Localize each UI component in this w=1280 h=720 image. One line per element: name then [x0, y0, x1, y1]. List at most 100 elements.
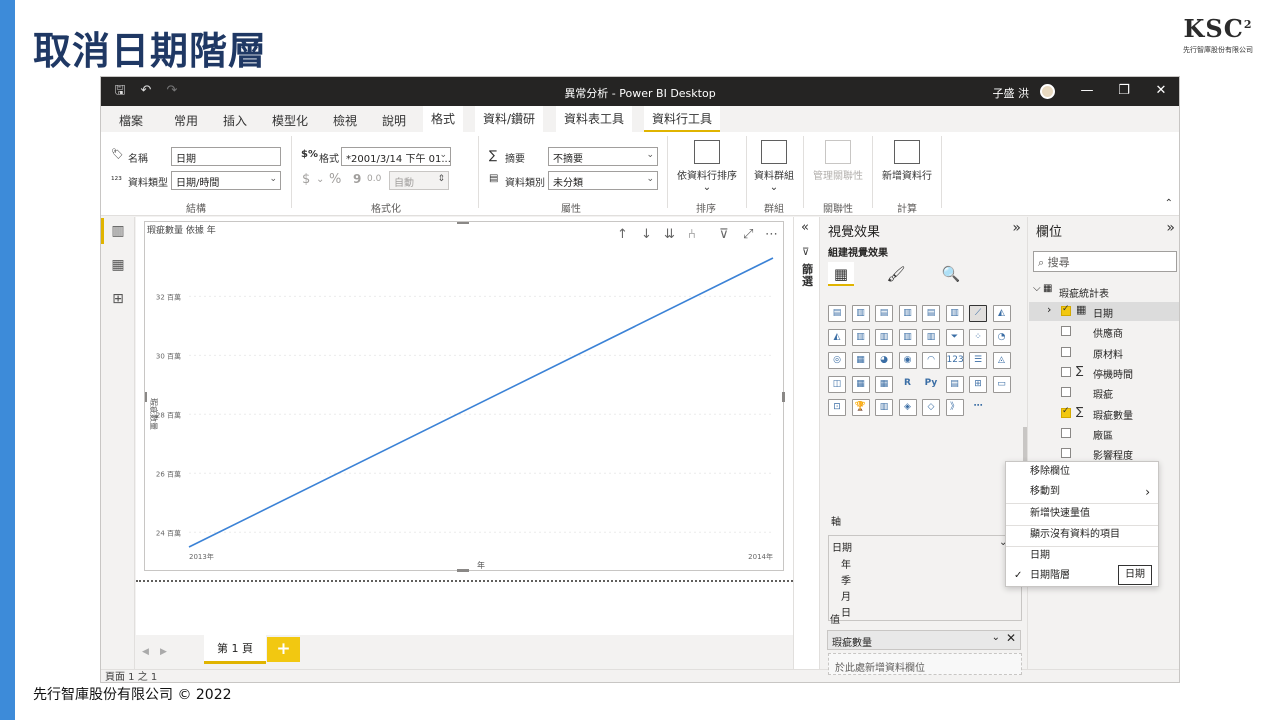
visual-type-icon[interactable]: ▥ — [851, 305, 870, 322]
tab-file[interactable]: 檔案 — [119, 112, 143, 129]
visual-type-icon[interactable]: ⁘ — [969, 328, 987, 346]
visual-type-icon[interactable]: ▥ — [851, 328, 870, 346]
visual-type-icon[interactable]: 🏆 — [851, 399, 870, 416]
tab-help[interactable]: 說明 — [382, 112, 406, 129]
visual-type-icon[interactable]: ◔ — [992, 328, 1011, 346]
visual-type-icon[interactable]: ◫ — [828, 375, 846, 393]
chevron-down-icon[interactable]: ⌵ — [1033, 283, 1041, 294]
add-page-button[interactable]: + — [267, 637, 300, 662]
summarize-select[interactable]: 不摘要 ⌄ — [548, 147, 658, 166]
filters-pane-collapsed[interactable]: « ⊽ 篩選 — [793, 217, 820, 669]
fields-search-input[interactable]: ⌕ 搜尋 — [1033, 251, 1177, 272]
values-field[interactable]: 瑕疵數量 — [832, 638, 872, 649]
new-column-button[interactable]: 新增資料行 — [877, 140, 937, 182]
series-line[interactable] — [188, 257, 774, 548]
tab-modeling[interactable]: 模型化 — [272, 112, 308, 129]
visual-type-icon[interactable]: ▥ — [875, 328, 893, 346]
visual-type-icon[interactable]: ☰ — [969, 352, 987, 369]
visual-type-icon[interactable]: ◎ — [828, 352, 846, 369]
field-checkbox[interactable] — [1061, 304, 1071, 316]
menu-item-new-quick-measure[interactable]: 新增快速量值 — [1006, 504, 1158, 524]
tab-data-drill[interactable]: 資料/鑽研 — [475, 106, 544, 132]
page-tab-1[interactable]: 第 1 頁 — [204, 635, 266, 664]
axis-field[interactable]: 日期 — [832, 539, 852, 554]
tab-home[interactable]: 常用 — [174, 112, 198, 129]
close-icon[interactable]: ✕ — [1153, 83, 1169, 98]
data-type-select[interactable]: 日期/時間 ⌄ — [171, 171, 281, 190]
field-item[interactable]: 供應商 — [1029, 322, 1179, 341]
menu-item-date[interactable]: 日期 — [1006, 546, 1158, 566]
tab-view[interactable]: 檢視 — [333, 112, 357, 129]
field-checkbox[interactable] — [1061, 366, 1071, 377]
visual-type-icon[interactable]: ▥ — [945, 305, 964, 322]
visual-type-icon[interactable]: ◬ — [992, 352, 1011, 369]
tab-column-tools[interactable]: 資料行工具 — [644, 106, 721, 132]
line-chart-visual[interactable]: 瑕疵數量 依據 年 ↑ ↓ ⇊ ⑃ ⊽ ⤢ ⋯ 24 百萬 26 百萬 28 百萬 3… — [144, 221, 785, 572]
user-avatar[interactable] — [1040, 84, 1055, 99]
tab-format[interactable]: 格式 — [423, 106, 464, 132]
name-input[interactable]: 日期 — [171, 147, 281, 166]
prev-page-icon[interactable]: ◀ — [142, 647, 149, 657]
visual-type-icon[interactable]: ⊞ — [969, 375, 987, 393]
visual-type-icon[interactable]: ◕ — [875, 352, 893, 369]
field-item[interactable]: 原材料 — [1029, 343, 1179, 362]
decimal-places-input[interactable]: 自動 ⇕ — [389, 171, 449, 190]
manage-relationships-button[interactable]: 管理關聯性 — [809, 140, 867, 182]
values-well[interactable]: 瑕疵數量 ⌄ ✕ — [827, 630, 1021, 650]
visual-type-icon[interactable]: ▥ — [875, 399, 893, 416]
visual-type-icon[interactable]: ▦ — [851, 375, 870, 393]
visual-type-icon[interactable]: 》 — [945, 399, 964, 416]
visual-type-icon[interactable]: ⋯ — [969, 399, 987, 416]
visual-type-icon[interactable]: ⊡ — [828, 399, 846, 416]
fields-well-icon[interactable]: ▦ — [828, 262, 854, 286]
visual-type-icon[interactable]: ▭ — [992, 375, 1011, 393]
visual-type-icon[interactable]: ▤ — [828, 305, 846, 322]
visual-type-icon[interactable]: ◈ — [898, 399, 917, 416]
field-checkbox[interactable] — [1061, 448, 1071, 459]
minimize-icon[interactable]: — — [1079, 83, 1095, 98]
data-view-icon[interactable]: ▦ — [109, 257, 127, 273]
chevron-right-icon[interactable]: › — [1047, 303, 1051, 316]
axis-well[interactable]: 日期 ⌄ 年 季 月 日 — [828, 535, 1022, 621]
sort-by-column-button[interactable]: 依資料行排序 ⌄ — [673, 140, 741, 193]
comma-button[interactable]: 9 — [353, 172, 361, 186]
menu-item-show-items-no-data[interactable]: 顯示沒有資料的項目 — [1006, 525, 1158, 545]
table-node[interactable]: ⌵ ▦ 瑕疵統計表 — [1029, 282, 1179, 301]
visual-type-icon[interactable]: ⟋ — [969, 305, 987, 322]
model-view-icon[interactable]: ⊞ — [109, 291, 127, 307]
field-item[interactable]: ∑ 停機時間 — [1029, 363, 1179, 382]
visual-type-icon[interactable]: R — [899, 376, 917, 393]
field-item[interactable]: ∑ 瑕疵數量 — [1029, 404, 1179, 423]
data-category-select[interactable]: 未分類 ⌄ — [548, 171, 658, 190]
chevron-down-icon[interactable]: ⌄ — [992, 632, 1000, 643]
menu-item-remove-field[interactable]: 移除欄位 — [1006, 462, 1158, 482]
field-checkbox[interactable] — [1061, 346, 1071, 357]
visual-type-icon[interactable]: ▥ — [898, 305, 917, 322]
tab-table-tools[interactable]: 資料表工具 — [556, 106, 633, 132]
legend-well[interactable]: 於此處新增資料欄位 — [828, 653, 1022, 675]
currency-button[interactable]: $ — [302, 172, 310, 187]
visual-type-icon[interactable]: ▥ — [898, 328, 917, 346]
chevron-down-icon[interactable]: ⌄ — [316, 174, 324, 185]
remove-field-icon[interactable]: ✕ — [1006, 631, 1016, 645]
visual-type-icon[interactable]: ▤ — [875, 305, 893, 322]
visual-type-icon[interactable]: ◇ — [922, 399, 940, 416]
field-checkbox[interactable] — [1061, 387, 1071, 398]
visual-type-icon[interactable]: ⏷ — [945, 328, 964, 346]
restore-icon[interactable]: ❐ — [1116, 83, 1132, 98]
menu-item-move-to[interactable]: 移動到 › — [1006, 482, 1158, 502]
visual-type-icon[interactable]: ◭ — [992, 305, 1011, 322]
tab-insert[interactable]: 插入 — [223, 112, 247, 129]
field-checkbox[interactable] — [1061, 326, 1071, 337]
collapse-ribbon-icon[interactable]: ⌃ — [1165, 198, 1173, 209]
visual-type-icon[interactable]: Py — [922, 376, 940, 393]
visual-type-icon[interactable]: ▥ — [922, 328, 940, 346]
percent-button[interactable]: % — [329, 172, 341, 187]
next-page-icon[interactable]: ▶ — [160, 647, 167, 657]
field-item[interactable]: 瑕疵 — [1029, 383, 1179, 402]
visual-type-icon[interactable]: 123 — [945, 352, 964, 369]
field-item[interactable]: › ▦ 日期 — [1029, 302, 1179, 321]
visual-type-icon[interactable]: ▦ — [851, 352, 870, 369]
format-paint-icon[interactable]: 🖌 — [883, 262, 909, 286]
user-name[interactable]: 子盛 洪 — [993, 85, 1030, 101]
